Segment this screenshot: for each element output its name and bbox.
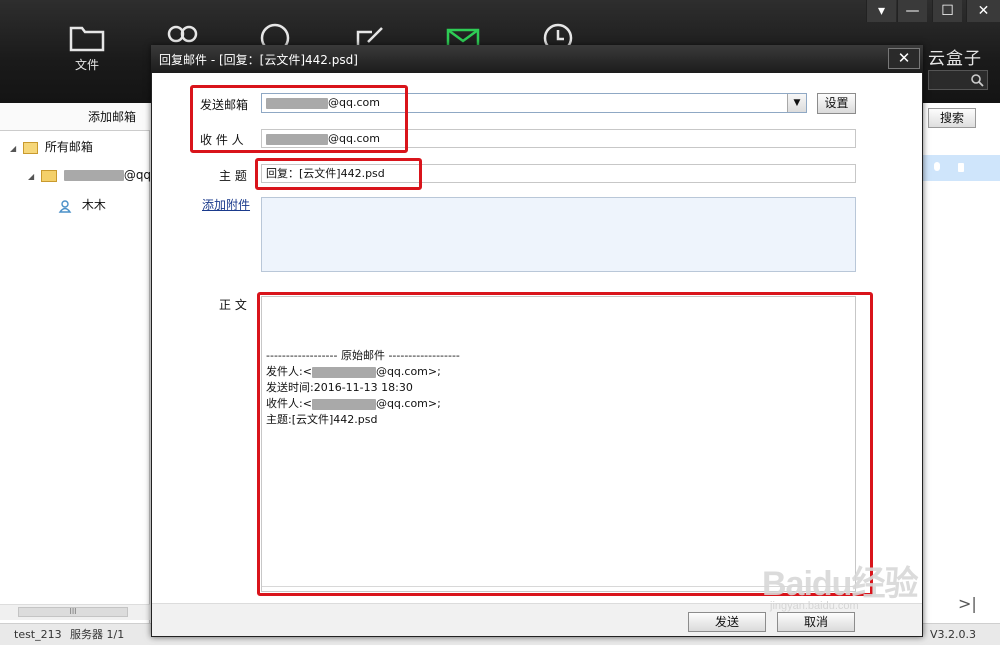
redacted-address bbox=[266, 97, 328, 109]
next-page-icon[interactable]: >| bbox=[958, 594, 977, 613]
from-label: 发送邮箱 bbox=[200, 98, 249, 112]
body-label: 正 文 bbox=[219, 298, 247, 312]
body-to-line: 收件人:< @qq.com>; bbox=[266, 396, 855, 412]
mail-list-selected-row[interactable] bbox=[920, 155, 1000, 181]
window-close-button[interactable]: ✕ bbox=[966, 0, 1000, 22]
to-label: 收 件 人 bbox=[200, 133, 244, 147]
body-editor[interactable]: ------------------ 原始邮件 ----------------… bbox=[261, 296, 856, 592]
send-button[interactable]: 发送 bbox=[688, 612, 766, 632]
subject-field[interactable]: 回复：[云文件]442.psd bbox=[261, 164, 856, 183]
inbox-icon bbox=[22, 141, 38, 154]
body-separator: ------------------ 原始邮件 ----------------… bbox=[266, 349, 460, 362]
user-icon bbox=[58, 199, 72, 213]
watermark-logo: Baidu经验 bbox=[762, 565, 918, 603]
mail-list-panel bbox=[920, 103, 1000, 623]
attachment-area[interactable] bbox=[261, 197, 856, 272]
subject-label: 主 题 bbox=[219, 169, 247, 183]
redacted-address bbox=[311, 398, 376, 410]
dialog-title: 回复邮件 - [回复：[云文件]442.psd] bbox=[159, 53, 358, 67]
dialog-close-button[interactable]: ✕ bbox=[888, 48, 920, 69]
chevron-down-icon: ▼ bbox=[793, 98, 801, 108]
status-server: 服务器 1/1 bbox=[70, 628, 125, 641]
status-user: test_213 bbox=[14, 628, 62, 641]
body-to-suffix: @qq.com>; bbox=[375, 397, 441, 410]
body-from-prefix: 发件人:< bbox=[266, 365, 312, 378]
redacted-address bbox=[311, 366, 376, 378]
tree-item-contact[interactable]: 木木 bbox=[58, 195, 106, 215]
settings-button[interactable]: 设置 bbox=[817, 93, 856, 114]
nav-files[interactable]: 文件 bbox=[62, 22, 112, 92]
body-to-prefix: 收件人:< bbox=[266, 397, 312, 410]
window-minimize-button[interactable]: — bbox=[897, 0, 927, 22]
search-icon bbox=[971, 74, 984, 87]
from-select[interactable]: @qq.com bbox=[261, 93, 807, 113]
tree-item-contact-label: 木木 bbox=[81, 198, 106, 212]
body-from-suffix: @qq.com>; bbox=[375, 365, 441, 378]
redacted-address bbox=[266, 133, 328, 145]
body-sent-time: 发送时间:2016-11-13 18:30 bbox=[266, 381, 413, 394]
from-address-suffix: @qq.com bbox=[328, 96, 380, 109]
tree-item-all-mail[interactable]: ◢ 所有邮箱 bbox=[10, 137, 93, 157]
body-subject-line: 主题:[云文件]442.psd bbox=[266, 413, 378, 426]
folder-icon bbox=[69, 26, 105, 52]
from-dropdown-button[interactable]: ▼ bbox=[787, 94, 806, 112]
redacted-address bbox=[63, 170, 124, 181]
tree-expand-icon[interactable]: ◢ bbox=[28, 172, 34, 181]
search-button[interactable]: 搜索 bbox=[928, 108, 976, 128]
nav-files-label: 文件 bbox=[74, 58, 99, 72]
window-menu-button[interactable]: ▾ bbox=[866, 0, 896, 22]
tree-item-account[interactable]: ◢ @qq.c bbox=[28, 165, 161, 185]
sidebar-scroll-thumb[interactable]: III bbox=[18, 607, 128, 617]
add-mailbox-button[interactable]: 添加邮箱 bbox=[0, 103, 150, 131]
add-attachment-link[interactable]: 添加附件 bbox=[202, 196, 250, 213]
attachment-icon bbox=[958, 163, 964, 172]
app-search-input[interactable] bbox=[928, 70, 988, 90]
status-version: V3.2.0.3 bbox=[930, 628, 977, 641]
window-maximize-button[interactable]: ☐ bbox=[932, 0, 962, 22]
tree-expand-icon[interactable]: ◢ bbox=[10, 144, 16, 153]
to-address-suffix: @qq.com bbox=[328, 132, 380, 145]
brand-name: 云盒子 bbox=[928, 49, 982, 69]
cancel-button[interactable]: 取消 bbox=[777, 612, 855, 632]
to-field[interactable]: @qq.com bbox=[261, 129, 856, 148]
flag-icon bbox=[934, 162, 940, 171]
body-from-line: 发件人:< @qq.com>; bbox=[266, 364, 855, 380]
watermark-url: jingyan.baidu.com bbox=[770, 600, 859, 612]
envelope-icon bbox=[40, 169, 57, 182]
tree-item-all-mail-label: 所有邮箱 bbox=[44, 140, 93, 154]
